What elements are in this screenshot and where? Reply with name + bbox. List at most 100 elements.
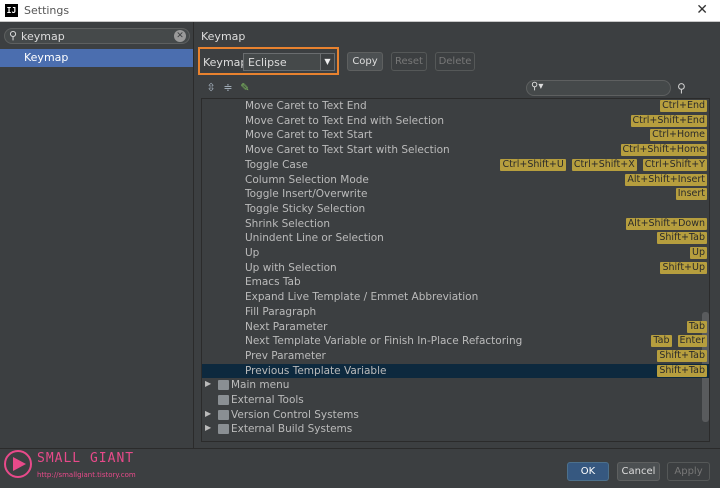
title-bar: IJ Settings ✕: [0, 0, 720, 22]
action-row[interactable]: Move Caret to Text Start with Selection C…: [202, 143, 709, 158]
shortcut-list: Ctrl+Shift+Home: [620, 144, 707, 157]
shortcut-badge: Shift+Tab: [657, 364, 707, 377]
settings-search-input[interactable]: ⚲ keymap ✕: [4, 28, 190, 44]
folder-icon: [218, 424, 229, 435]
shortcut-badge: Shift+Tab: [657, 232, 707, 245]
group-name: Main menu: [231, 379, 290, 392]
edit-icon[interactable]: ✎: [238, 81, 252, 95]
shortcut-badge: Tab: [686, 320, 707, 333]
action-row[interactable]: Move Caret to Text End with Selection Ctr…: [202, 114, 709, 129]
dialog-footer: SMALL GIANT http://smallgiant.tistory.co…: [0, 448, 720, 488]
search-icon: ⚲: [9, 29, 18, 42]
shortcut-badge: Alt+Shift+Down: [625, 217, 707, 230]
action-row[interactable]: Column Selection Mode Alt+Shift+Insert: [202, 173, 709, 188]
action-name: Toggle Case: [245, 158, 308, 171]
brand-url: http://smallgiant.tistory.com: [37, 471, 136, 479]
group-row[interactable]: External Tools: [202, 393, 709, 408]
action-row[interactable]: Next Parameter Tab: [202, 320, 709, 335]
shortcut-list: Shift+Tab: [657, 364, 707, 377]
shortcut-list: Up: [690, 247, 707, 259]
shortcut-badge: Ctrl+Shift+Y: [642, 158, 707, 171]
shortcut-list: Insert: [675, 188, 707, 201]
expand-all-icon[interactable]: ⇳: [204, 81, 218, 95]
keymap-select[interactable]: Eclipse ▼: [243, 53, 335, 71]
app-icon: IJ: [5, 4, 18, 17]
group-name: External Tools: [231, 394, 304, 406]
action-name: Up with Selection: [245, 261, 337, 274]
shortcut-list: Ctrl+Shift+U Ctrl+Shift+X Ctrl+Shift+Y: [500, 158, 707, 171]
shortcut-badge: Insert: [675, 188, 707, 201]
shortcut-list: Alt+Shift+Insert: [625, 173, 707, 186]
copy-button[interactable]: Copy: [347, 52, 383, 71]
shortcut-badge: Tab: [651, 335, 672, 348]
action-row[interactable]: Fill Paragraph: [202, 305, 709, 320]
action-name: Toggle Sticky Selection: [245, 202, 366, 215]
action-name: Unindent Line or Selection: [245, 232, 384, 245]
folder-icon: [218, 380, 229, 391]
action-row[interactable]: Toggle Case Ctrl+Shift+U Ctrl+Shift+X Ctrl+…: [202, 158, 709, 173]
expand-arrow-icon[interactable]: ▶: [205, 379, 211, 388]
close-icon[interactable]: ✕: [696, 2, 708, 18]
shortcut-list: Tab Enter: [651, 335, 707, 348]
collapse-all-icon[interactable]: ≑: [221, 81, 235, 95]
folder-icon: [218, 395, 229, 405]
keymap-selector-highlight: Keymaps: Eclipse ▼: [198, 47, 339, 75]
sidebar-item-label: Keymap: [24, 51, 69, 64]
shortcut-badge: Ctrl+Home: [650, 129, 707, 142]
action-row[interactable]: Expand Live Template / Emmet Abbreviatio…: [202, 290, 709, 305]
expand-arrow-icon[interactable]: ▶: [205, 409, 211, 418]
action-row[interactable]: Move Caret to Text End Ctrl+End: [202, 99, 709, 114]
shortcut-badge: Shift+Up: [660, 261, 707, 274]
logo-icon: [4, 450, 32, 478]
action-row[interactable]: Previous Template Variable Shift+Tab: [202, 363, 709, 379]
group-row[interactable]: ▶ Version Control Systems: [202, 408, 709, 423]
keymap-select-value: Eclipse: [248, 56, 287, 69]
shortcut-badge: Ctrl+End: [660, 100, 707, 112]
window-title: Settings: [24, 4, 70, 17]
action-row[interactable]: Unindent Line or Selection Shift+Tab: [202, 231, 709, 246]
ok-button[interactable]: OK: [567, 462, 609, 481]
shortcut-badge: Ctrl+Shift+U: [500, 158, 566, 171]
action-name: Shrink Selection: [245, 217, 331, 230]
action-name: Expand Live Template / Emmet Abbreviatio…: [245, 291, 479, 304]
expand-arrow-icon[interactable]: ▶: [205, 423, 211, 432]
action-row[interactable]: Toggle Sticky Selection: [202, 202, 709, 217]
page-title: Keymap: [201, 30, 246, 43]
action-row[interactable]: Up with Selection Shift+Up: [202, 261, 709, 276]
action-row[interactable]: Next Template Variable or Finish In-Plac…: [202, 334, 709, 349]
shortcut-badge: Ctrl+Shift+End: [630, 114, 707, 127]
group-row[interactable]: ▶ Main menu: [202, 378, 709, 393]
action-name: Move Caret to Text Start with Selection: [245, 144, 450, 157]
action-row[interactable]: Move Caret to Text Start Ctrl+Home: [202, 128, 709, 143]
action-name: Move Caret to Text Start: [245, 129, 373, 142]
shortcut-list: Ctrl+End: [660, 100, 707, 112]
action-row[interactable]: Shrink Selection Alt+Shift+Down: [202, 217, 709, 232]
filter-search-icon: ⚲▾: [531, 81, 544, 92]
find-shortcut-icon[interactable]: ⚲: [677, 81, 686, 95]
settings-sidebar: ⚲ keymap ✕ Keymap: [0, 22, 194, 448]
action-list[interactable]: Move Caret to Text End Ctrl+End Move Caret…: [201, 98, 710, 442]
shortcut-badge: Ctrl+Shift+Home: [620, 144, 707, 157]
action-row[interactable]: Up Up: [202, 246, 709, 261]
reset-button[interactable]: Reset: [391, 52, 427, 71]
action-filter-input[interactable]: ⚲▾: [526, 80, 671, 96]
chevron-down-icon[interactable]: ▼: [320, 54, 334, 70]
action-name: Toggle Insert/Overwrite: [245, 188, 368, 201]
shortcut-badge: Ctrl+Shift+X: [571, 158, 637, 171]
action-row[interactable]: Prev Parameter Shift+Tab: [202, 349, 709, 364]
group-row[interactable]: ▶ External Build Systems: [202, 422, 709, 437]
keymap-panel: Keymap Keymaps: Eclipse ▼ Copy Reset Del…: [195, 22, 720, 448]
apply-button[interactable]: Apply: [667, 462, 710, 481]
folder-icon: [218, 409, 229, 420]
search-input-value[interactable]: keymap: [21, 30, 65, 43]
action-name: Next Parameter: [245, 320, 328, 333]
action-row[interactable]: Toggle Insert/Overwrite Insert: [202, 187, 709, 202]
sidebar-item-keymap[interactable]: Keymap: [0, 49, 193, 67]
action-row[interactable]: Emacs Tab: [202, 275, 709, 290]
shortcut-badge: Enter: [677, 335, 707, 348]
clear-icon[interactable]: ✕: [174, 30, 186, 42]
shortcut-badge: Alt+Shift+Insert: [625, 173, 707, 186]
delete-button[interactable]: Delete: [435, 52, 475, 71]
cancel-button[interactable]: Cancel: [617, 462, 660, 481]
action-name: Prev Parameter: [245, 349, 326, 362]
